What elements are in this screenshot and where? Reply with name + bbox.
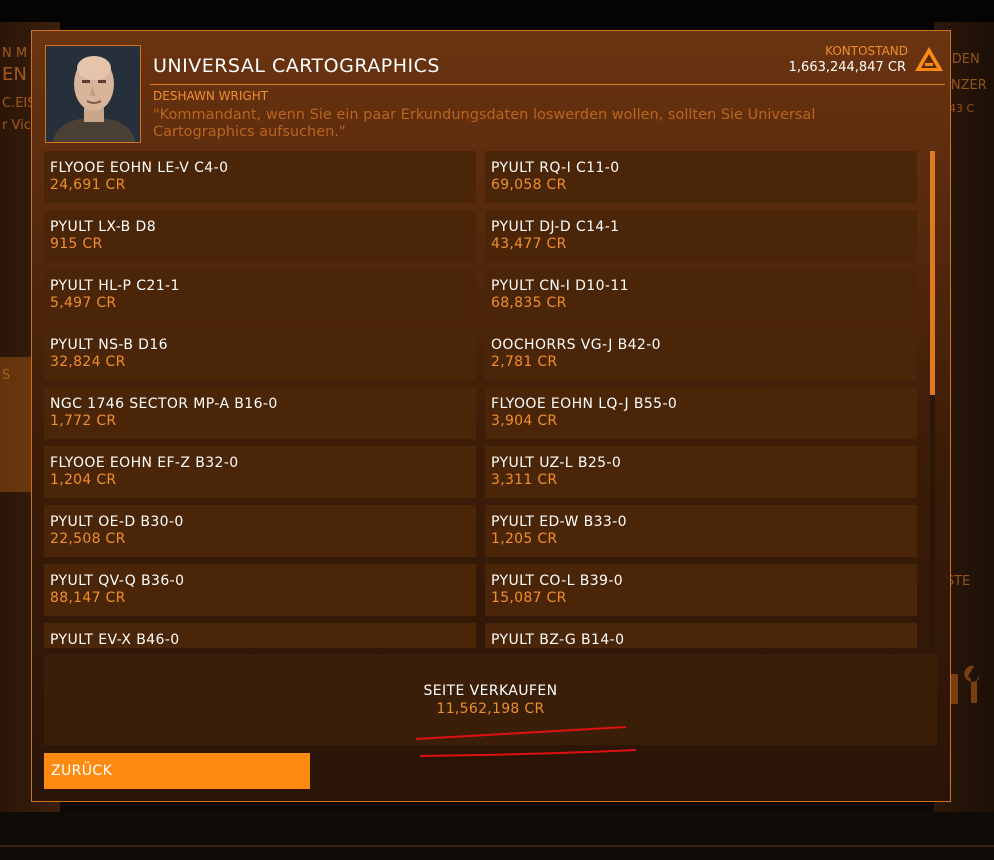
back-button[interactable]: ZURÜCK — [44, 753, 310, 789]
system-name: FLYOOE EOHN LE-V C4-0 — [50, 160, 229, 176]
system-list-item[interactable]: PYULT HL-P C21-1 5,497 CR — [44, 269, 476, 321]
header-divider — [150, 84, 945, 85]
system-price: 915 CR — [50, 236, 103, 252]
system-list-item[interactable]: PYULT DJ-D C14-1 43,477 CR — [485, 210, 917, 262]
system-name: PYULT RQ-I C11-0 — [491, 160, 620, 176]
system-list-item[interactable]: NGC 1746 SECTOR MP-A B16-0 1,772 CR — [44, 387, 476, 439]
system-price: 43,477 CR — [491, 236, 567, 252]
system-list-item[interactable]: PYULT UZ-L B25-0 3,311 CR — [485, 446, 917, 498]
system-price: 15,087 CR — [491, 590, 567, 606]
system-name: PYULT HL-P C21-1 — [50, 278, 180, 294]
system-name: PYULT UZ-L B25-0 — [491, 455, 622, 471]
system-name: OOCHORRS VG-J B42-0 — [491, 337, 661, 353]
system-price: 1,204 CR — [50, 472, 117, 488]
system-price: 5,497 CR — [50, 295, 117, 311]
background-bottom-line — [0, 845, 994, 847]
system-name: PYULT EV-X B46-0 — [50, 632, 180, 648]
dialog-title: UNIVERSAL CARTOGRAPHICS — [153, 55, 440, 77]
red-underline-annotation — [415, 726, 637, 757]
system-price: 3,904 CR — [491, 413, 558, 429]
exploration-data-grid: FLYOOE EOHN LE-V C4-0 24,691 CR PYULT RQ-I… — [44, 151, 924, 648]
system-list-item[interactable]: FLYOOE EOHN EF-Z B32-0 1,204 CR — [44, 446, 476, 498]
system-list-item[interactable]: PYULT ED-W B33-0 1,205 CR — [485, 505, 917, 557]
system-list-item[interactable]: PYULT BZ-G B14-0 — [485, 623, 917, 648]
system-list-item[interactable]: PYULT QV-Q B36-0 88,147 CR — [44, 564, 476, 616]
universal-cartographics-dialog: UNIVERSAL CARTOGRAPHICS KONTOSTAND 1,663… — [31, 30, 951, 802]
system-price: 22,508 CR — [50, 531, 126, 547]
background-bottom-bar — [0, 812, 994, 860]
system-name: PYULT OE-D B30-0 — [50, 514, 184, 530]
background-left-text: r Vic — [2, 118, 31, 133]
system-list-item[interactable]: PYULT OE-D B30-0 22,508 CR — [44, 505, 476, 557]
contact-portrait — [45, 45, 141, 143]
pilots-federation-logo-icon — [915, 47, 943, 71]
system-list-item[interactable]: FLYOOE EOHN LE-V C4-0 24,691 CR — [44, 151, 476, 203]
system-name: PYULT DJ-D C14-1 — [491, 219, 620, 235]
balance-label: KONTOSTAND — [825, 44, 908, 58]
contact-name: DESHAWN WRIGHT — [153, 89, 269, 103]
background-left-text: EN — [2, 64, 27, 85]
contact-avatar-image — [46, 46, 140, 142]
system-name: NGC 1746 SECTOR MP-A B16-0 — [50, 396, 278, 412]
system-price: 1,772 CR — [50, 413, 117, 429]
system-price: 32,824 CR — [50, 354, 126, 370]
system-list-item[interactable]: PYULT CN-I D10-11 68,835 CR — [485, 269, 917, 321]
background-top-bar — [0, 0, 994, 30]
system-list-item[interactable]: PYULT CO-L B39-0 15,087 CR — [485, 564, 917, 616]
sell-page-label: SEITE VERKAUFEN — [423, 683, 558, 699]
balance-value: 1,663,244,847 CR — [788, 60, 906, 75]
system-name: PYULT NS-B D16 — [50, 337, 168, 353]
system-name: PYULT CN-I D10-11 — [491, 278, 629, 294]
system-list-item[interactable]: PYULT NS-B D16 32,824 CR — [44, 328, 476, 380]
system-name: PYULT QV-Q B36-0 — [50, 573, 185, 589]
system-name: PYULT CO-L B39-0 — [491, 573, 624, 589]
system-list-item[interactable]: PYULT EV-X B46-0 — [44, 623, 476, 648]
system-price: 2,781 CR — [491, 354, 558, 370]
system-name: FLYOOE EOHN LQ-J B55-0 — [491, 396, 678, 412]
system-price: 69,058 CR — [491, 177, 567, 193]
system-price: 88,147 CR — [50, 590, 126, 606]
system-list-item[interactable]: PYULT RQ-I C11-0 69,058 CR — [485, 151, 917, 203]
sell-page-value: 11,562,198 CR — [436, 701, 545, 717]
system-list-item[interactable]: OOCHORRS VG-J B42-0 2,781 CR — [485, 328, 917, 380]
background-left-text: N M — [2, 46, 28, 61]
system-price: 24,691 CR — [50, 177, 126, 193]
exploration-data-list[interactable]: FLYOOE EOHN LE-V C4-0 24,691 CR PYULT RQ-I… — [44, 151, 924, 648]
system-name: PYULT BZ-G B14-0 — [491, 632, 625, 648]
system-name: FLYOOE EOHN EF-Z B32-0 — [50, 455, 239, 471]
contact-quote: "Kommandant, wenn Sie ein paar Erkundung… — [153, 107, 816, 140]
system-price: 1,205 CR — [491, 531, 558, 547]
system-list-item[interactable]: PYULT LX-B D8 915 CR — [44, 210, 476, 262]
background-left-text: S — [2, 368, 11, 383]
system-name: PYULT LX-B D8 — [50, 219, 156, 235]
system-price: 68,835 CR — [491, 295, 567, 311]
system-price: 3,311 CR — [491, 472, 558, 488]
system-list-item[interactable]: FLYOOE EOHN LQ-J B55-0 3,904 CR — [485, 387, 917, 439]
list-scrollbar-thumb[interactable] — [930, 151, 935, 395]
system-name: PYULT ED-W B33-0 — [491, 514, 627, 530]
